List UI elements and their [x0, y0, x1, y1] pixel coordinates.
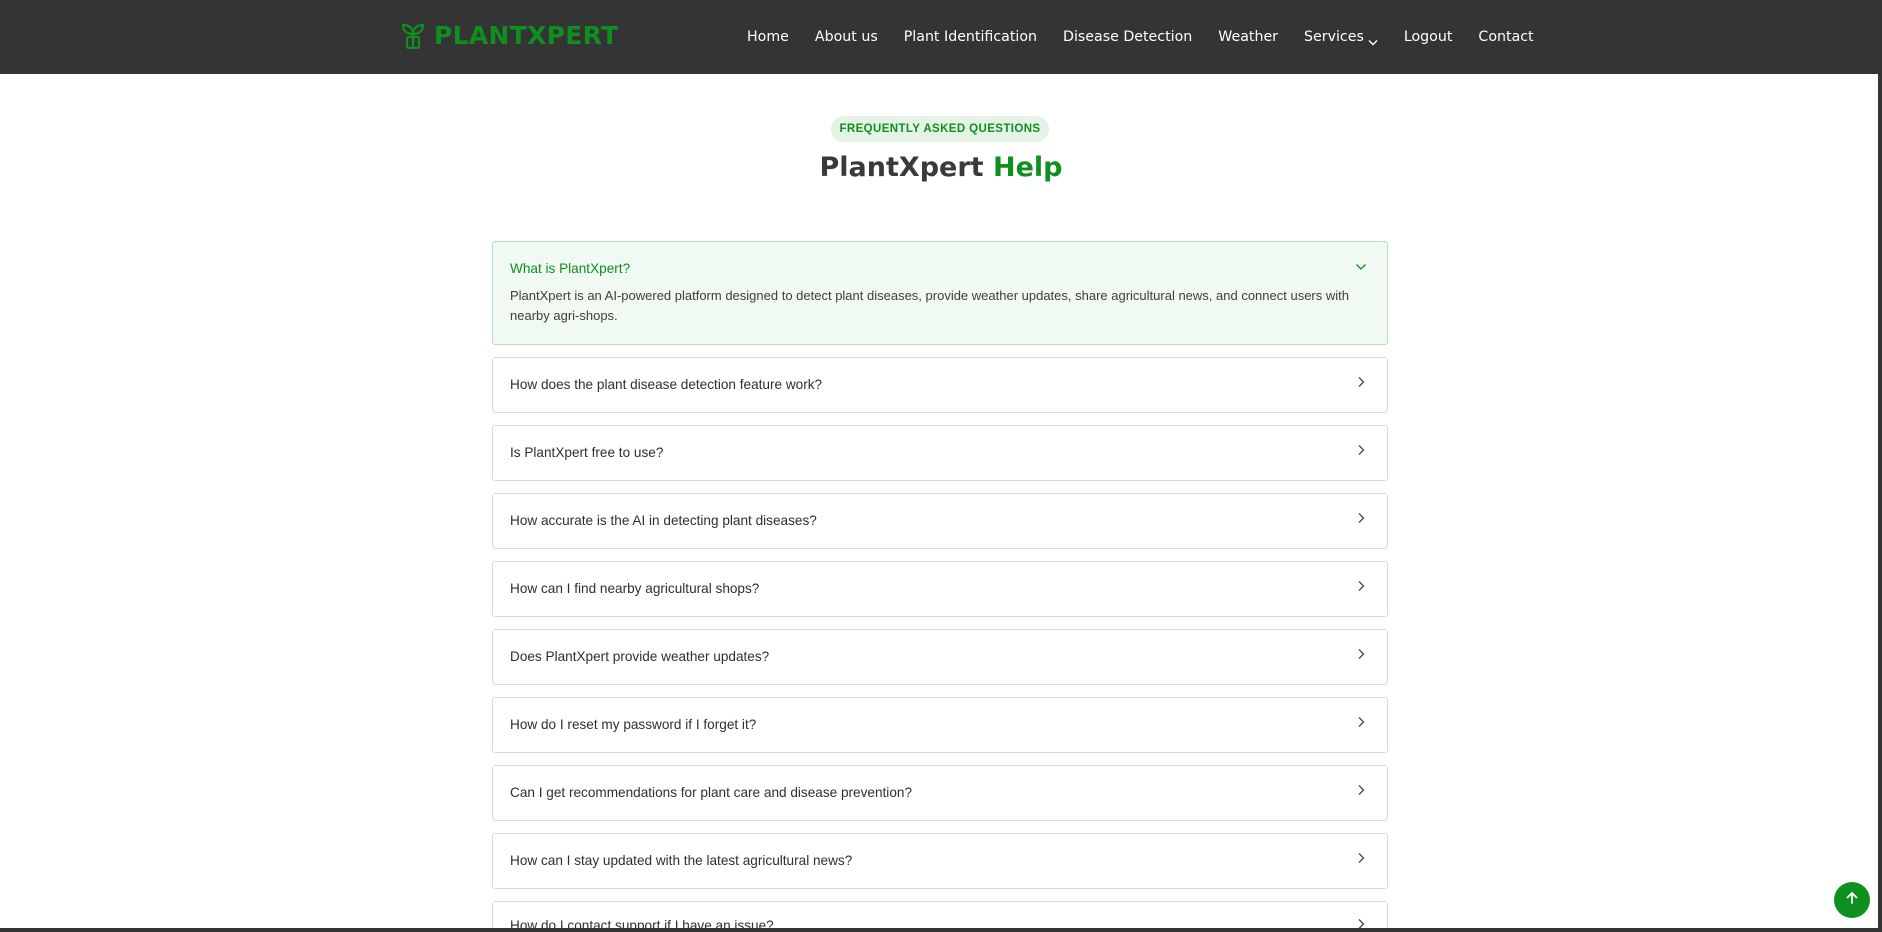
- faq-item-4[interactable]: How can I find nearby agricultural shops…: [492, 561, 1388, 617]
- chevron-right-icon: [1355, 443, 1367, 455]
- faq-question: How can I find nearby agricultural shops…: [510, 581, 760, 596]
- sprout-icon: [401, 23, 425, 49]
- brand-name: PLANTXPERT: [434, 21, 619, 50]
- nav-weather[interactable]: Weather: [1218, 29, 1278, 45]
- faq-question: How does the plant disease detection fea…: [510, 377, 823, 392]
- faq-question: Is PlantXpert free to use?: [510, 445, 664, 460]
- faq-question: Can I get recommendations for plant care…: [510, 785, 913, 800]
- faq-item-1[interactable]: How does the plant disease detection fea…: [492, 357, 1388, 413]
- faq-badge: FREQUENTLY ASKED QUESTIONS: [831, 116, 1049, 142]
- faq-question: What is PlantXpert?: [510, 261, 631, 276]
- faq-item-5[interactable]: Does PlantXpert provide weather updates?: [492, 629, 1388, 685]
- faq-question: How do I reset my password if I forget i…: [510, 717, 757, 732]
- faq-question: How accurate is the AI in detecting plan…: [510, 513, 817, 528]
- faq-item-6[interactable]: How do I reset my password if I forget i…: [492, 697, 1388, 753]
- navbar: PLANTXPERT Home About us Plant Identific…: [0, 0, 1882, 74]
- chevron-right-icon: [1355, 511, 1367, 523]
- faq-item-3[interactable]: How accurate is the AI in detecting plan…: [492, 493, 1388, 549]
- nav-logout[interactable]: Logout: [1404, 29, 1453, 45]
- faq-item-7[interactable]: Can I get recommendations for plant care…: [492, 765, 1388, 821]
- faq-question: Does PlantXpert provide weather updates?: [510, 649, 770, 664]
- window-bottom-edge: [0, 928, 1882, 932]
- arrow-up-icon: [1845, 891, 1859, 910]
- page-title-accent: Help: [992, 152, 1063, 183]
- back-to-top-button[interactable]: [1834, 882, 1870, 918]
- faq-item-0[interactable]: What is PlantXpert? PlantXpert is an AI-…: [492, 241, 1388, 345]
- page-title-main: PlantXpert: [819, 152, 984, 183]
- nav-services-dropdown[interactable]: Services: [1304, 29, 1378, 45]
- chevron-right-icon: [1355, 579, 1367, 591]
- nav-contact[interactable]: Contact: [1478, 29, 1533, 45]
- chevron-down-icon: [1355, 260, 1367, 272]
- nav-home[interactable]: Home: [747, 29, 789, 45]
- nav-links: Home About us Plant Identification Disea…: [747, 0, 1534, 74]
- page-title: PlantXpert Help: [0, 152, 1882, 183]
- faq-answer: PlantXpert is an AI-powered platform des…: [510, 288, 1349, 323]
- nav-about-us[interactable]: About us: [815, 29, 878, 45]
- chevron-right-icon: [1355, 783, 1367, 795]
- window-edge: [1878, 74, 1882, 932]
- faq-item-2[interactable]: Is PlantXpert free to use?: [492, 425, 1388, 481]
- chevron-down-icon: [1368, 34, 1378, 45]
- nav-disease-detection[interactable]: Disease Detection: [1063, 29, 1192, 45]
- chevron-right-icon: [1355, 851, 1367, 863]
- nav-plant-identification[interactable]: Plant Identification: [904, 29, 1037, 45]
- chevron-right-icon: [1355, 375, 1367, 387]
- nav-services-label: Services: [1304, 29, 1364, 45]
- faq-item-8[interactable]: How can I stay updated with the latest a…: [492, 833, 1388, 889]
- chevron-right-icon: [1355, 647, 1367, 659]
- brand-logo[interactable]: PLANTXPERT: [401, 21, 618, 50]
- chevron-right-icon: [1355, 715, 1367, 727]
- faq-question: How can I stay updated with the latest a…: [510, 853, 853, 868]
